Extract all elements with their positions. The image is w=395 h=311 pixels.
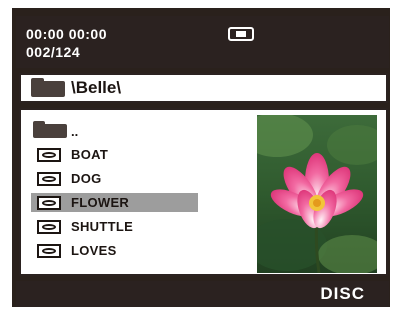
current-path: \Belle\ bbox=[71, 78, 122, 97]
file-browser: .. BOAT DOG FLOWER SHUTTLE LOVES bbox=[19, 108, 388, 276]
list-item-flower[interactable]: FLOWER bbox=[31, 193, 201, 213]
list-item-label: FLOWER bbox=[71, 195, 130, 210]
parent-folder-label: .. bbox=[71, 124, 79, 139]
playback-time: 00:00 00:00 bbox=[26, 26, 108, 42]
list-item-shuttle[interactable]: SHUTTLE bbox=[31, 217, 201, 237]
folder-icon bbox=[31, 78, 65, 97]
list-item-label: LOVES bbox=[71, 243, 117, 258]
status-bar: 00:00 00:00 002/124 bbox=[16, 16, 389, 68]
list-item-label: BOAT bbox=[71, 147, 109, 162]
list-item-dog[interactable]: DOG bbox=[31, 169, 201, 189]
source-label: DISC bbox=[320, 284, 365, 303]
image-file-icon bbox=[37, 244, 61, 258]
image-file-icon bbox=[37, 196, 61, 210]
path-bar: \Belle\ bbox=[19, 73, 388, 103]
track-counter: 002/124 bbox=[26, 44, 81, 60]
photo-preview bbox=[257, 115, 377, 273]
bottom-bar: DISC bbox=[16, 281, 389, 307]
disc-icon bbox=[228, 27, 254, 41]
image-file-icon bbox=[37, 172, 61, 186]
list-item-boat[interactable]: BOAT bbox=[31, 145, 201, 165]
image-file-icon bbox=[37, 148, 61, 162]
list-item-label: SHUTTLE bbox=[71, 219, 134, 234]
list-item-loves[interactable]: LOVES bbox=[31, 241, 201, 261]
image-file-icon bbox=[37, 220, 61, 234]
folder-icon bbox=[33, 121, 67, 138]
list-item-label: DOG bbox=[71, 171, 102, 186]
